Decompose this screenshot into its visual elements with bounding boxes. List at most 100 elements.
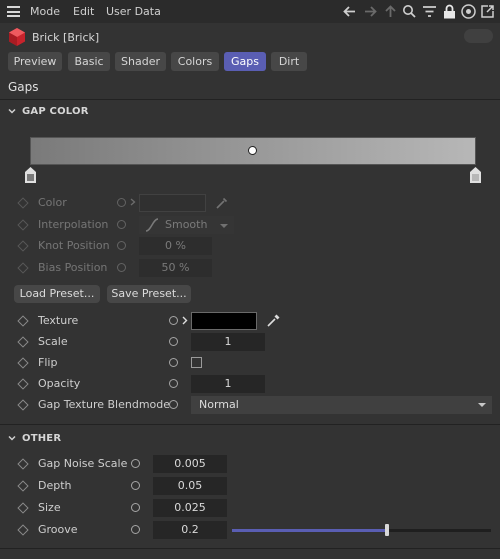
param-label: Knot Position <box>38 239 110 252</box>
search-icon[interactable] <box>401 3 418 20</box>
bias-position-input[interactable]: 50 % <box>139 259 212 277</box>
param-label: Scale <box>38 335 68 348</box>
keyframe-diamond-icon[interactable] <box>17 480 29 492</box>
tab-dirt[interactable]: Dirt <box>271 52 307 71</box>
chevron-right-icon[interactable] <box>130 198 136 206</box>
save-preset-button[interactable]: Save Preset... <box>107 285 191 303</box>
param-row-interpolation: Interpolation Smooth <box>0 215 500 235</box>
param-row-color: Color <box>0 193 500 213</box>
knot-position-input[interactable]: 0 % <box>139 237 212 255</box>
animate-circle-icon[interactable] <box>117 241 126 250</box>
param-label: Groove <box>38 523 78 536</box>
tab-basic[interactable]: Basic <box>68 52 110 71</box>
chevron-right-icon[interactable] <box>182 316 188 325</box>
tab-gaps[interactable]: Gaps <box>224 52 266 71</box>
keyframe-diamond-icon[interactable] <box>17 336 29 348</box>
eyedropper-icon[interactable] <box>265 312 282 329</box>
keyframe-diamond-icon[interactable] <box>17 197 29 209</box>
animate-circle-icon[interactable] <box>117 263 126 272</box>
gap-noise-scale-input[interactable]: 0.005 <box>153 455 227 473</box>
keyframe-diamond-icon[interactable] <box>17 458 29 470</box>
param-label: Flip <box>38 356 58 369</box>
forward-arrow-icon[interactable] <box>362 3 379 20</box>
groove-slider[interactable] <box>232 524 491 536</box>
param-label: Gap Texture Blendmode <box>38 398 171 411</box>
gradient-knot[interactable] <box>248 146 257 155</box>
animate-circle-icon[interactable] <box>169 379 178 388</box>
texture-swatch[interactable] <box>191 312 257 330</box>
keyframe-diamond-icon[interactable] <box>17 262 29 274</box>
groove-input[interactable]: 0.2 <box>153 521 227 539</box>
tab-shader[interactable]: Shader <box>115 52 166 71</box>
param-label: Depth <box>38 479 72 492</box>
flip-checkbox[interactable] <box>191 357 202 368</box>
blendmode-dropdown[interactable]: Normal <box>191 396 492 414</box>
lock-icon[interactable] <box>441 3 458 20</box>
param-label: Gap Noise Scale <box>38 457 128 470</box>
depth-input[interactable]: 0.05 <box>153 477 227 495</box>
back-arrow-icon[interactable] <box>341 3 358 20</box>
tab-preview[interactable]: Preview <box>8 52 62 71</box>
param-label: Size <box>38 501 61 514</box>
smooth-curve-icon <box>145 218 159 232</box>
param-row-knot-position: Knot Position 0 % <box>0 236 500 256</box>
group-title: OTHER <box>22 433 62 444</box>
animate-circle-icon[interactable] <box>131 525 140 534</box>
group-header-gap-color[interactable]: GAP COLOR <box>8 106 89 117</box>
target-icon[interactable] <box>460 3 477 20</box>
color-swatch[interactable] <box>139 194 206 212</box>
menu-user-data[interactable]: User Data <box>106 5 161 18</box>
load-preset-button[interactable]: Load Preset... <box>14 285 100 303</box>
animate-circle-icon[interactable] <box>169 337 178 346</box>
opacity-input[interactable]: 1 <box>191 375 265 393</box>
gradient-stop-left[interactable] <box>25 167 36 183</box>
param-row-texture: Texture <box>0 311 500 331</box>
object-toggle[interactable] <box>464 29 493 43</box>
object-title: Brick [Brick] <box>32 31 100 44</box>
keyframe-diamond-icon[interactable] <box>17 399 29 411</box>
red-cube-icon <box>9 28 25 46</box>
filter-icon[interactable] <box>421 3 438 20</box>
param-row-bias-position: Bias Position 50 % <box>0 258 500 278</box>
scale-input[interactable]: 1 <box>191 333 265 351</box>
keyframe-diamond-icon[interactable] <box>17 378 29 390</box>
size-input[interactable]: 0.025 <box>153 499 227 517</box>
keyframe-diamond-icon[interactable] <box>17 357 29 369</box>
chevron-down-icon <box>8 108 16 114</box>
blendmode-value: Normal <box>199 398 239 411</box>
chevron-down-icon <box>220 224 228 228</box>
animate-circle-icon[interactable] <box>131 481 140 490</box>
up-arrow-icon[interactable] <box>382 3 399 20</box>
keyframe-diamond-icon[interactable] <box>17 524 29 536</box>
section-title: Gaps <box>8 80 39 94</box>
keyframe-diamond-icon[interactable] <box>17 240 29 252</box>
animate-circle-icon[interactable] <box>169 400 178 409</box>
animate-circle-icon[interactable] <box>117 220 126 229</box>
animate-circle-icon[interactable] <box>131 503 140 512</box>
param-row-depth: Depth 0.05 <box>0 476 500 496</box>
param-label: Texture <box>38 314 79 327</box>
tab-bar: Preview Basic Shader Colors Gaps Dirt <box>0 52 500 72</box>
animate-circle-icon[interactable] <box>169 316 178 325</box>
menu-edit[interactable]: Edit <box>73 5 94 18</box>
animate-circle-icon[interactable] <box>169 358 178 367</box>
groove-slider-handle[interactable] <box>385 524 390 536</box>
eyedropper-icon[interactable] <box>214 195 230 211</box>
param-row-blendmode: Gap Texture Blendmode Normal <box>0 395 500 415</box>
divider <box>0 99 500 100</box>
hamburger-menu-icon[interactable] <box>7 6 20 17</box>
gradient-stop-right[interactable] <box>470 167 481 183</box>
interpolation-value: Smooth <box>165 218 208 231</box>
keyframe-diamond-icon[interactable] <box>17 315 29 327</box>
menu-bar: Mode Edit User Data <box>0 0 500 23</box>
new-window-icon[interactable] <box>479 3 496 20</box>
group-header-other[interactable]: OTHER <box>8 433 62 444</box>
chevron-down-icon <box>478 403 486 407</box>
keyframe-diamond-icon[interactable] <box>17 502 29 514</box>
animate-circle-icon[interactable] <box>131 459 140 468</box>
tab-colors[interactable]: Colors <box>171 52 219 71</box>
animate-circle-icon[interactable] <box>117 198 126 207</box>
param-row-opacity: Opacity 1 <box>0 374 500 394</box>
keyframe-diamond-icon[interactable] <box>17 219 29 231</box>
menu-mode[interactable]: Mode <box>30 5 60 18</box>
